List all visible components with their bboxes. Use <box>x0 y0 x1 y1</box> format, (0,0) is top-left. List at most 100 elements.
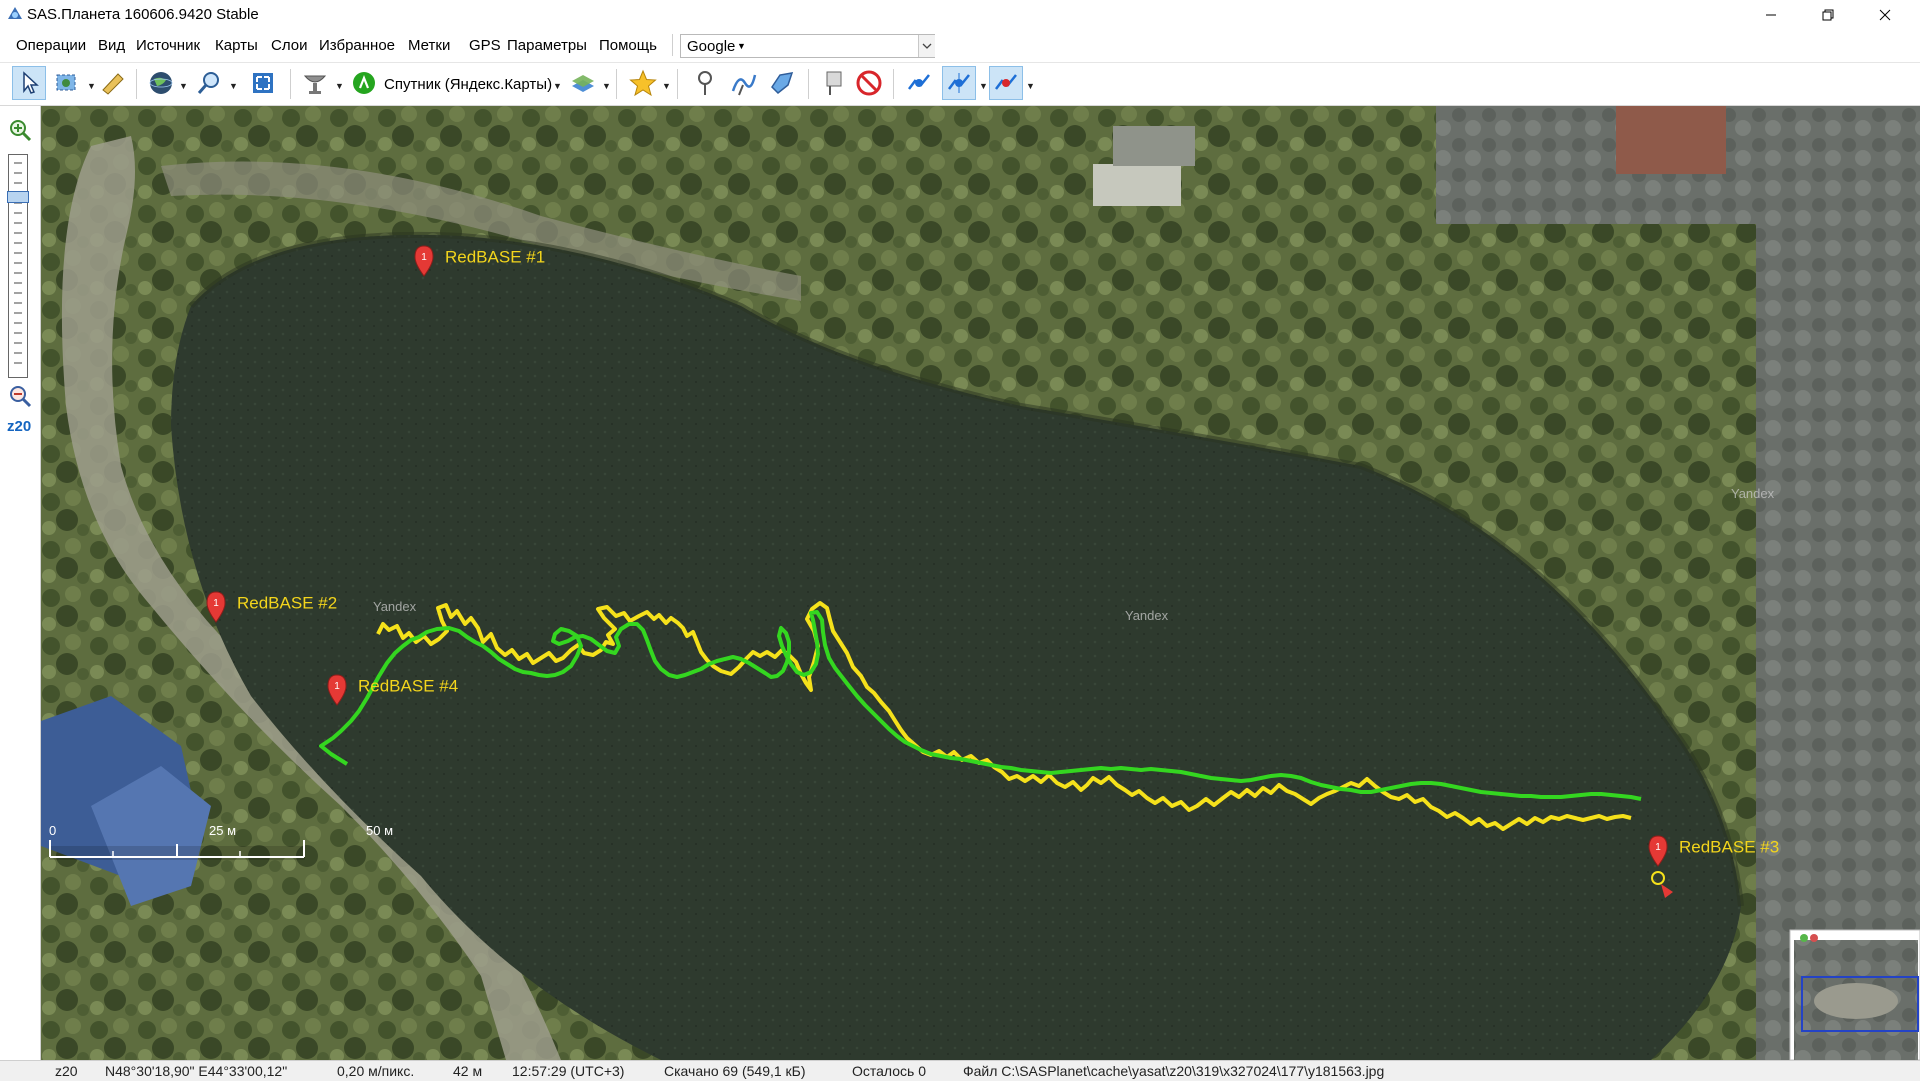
gps-follow-dropdown-icon[interactable]: ▼ <box>1026 81 1035 91</box>
gps-center-dropdown-icon[interactable]: ▼ <box>979 81 988 91</box>
sas-planet-icon <box>8 7 22 19</box>
pin-number: 1 <box>213 598 219 609</box>
select-area-button[interactable] <box>50 66 84 100</box>
gps-center-button[interactable] <box>942 66 976 100</box>
layers-dropdown-icon[interactable]: ▼ <box>602 81 611 91</box>
map-source-button[interactable] <box>347 66 381 100</box>
favorites-dropdown-icon[interactable]: ▼ <box>662 81 671 91</box>
globe-button[interactable] <box>144 66 178 100</box>
globe-dropdown-icon[interactable]: ▼ <box>179 81 188 91</box>
hide-marks-button[interactable] <box>852 66 886 100</box>
menu-marks[interactable]: Метки <box>408 37 450 54</box>
no-entry-icon <box>856 70 882 96</box>
mini-map[interactable] <box>1789 929 1920 1060</box>
menu-separator <box>672 34 673 56</box>
add-path-button[interactable] <box>726 66 760 100</box>
building-roof <box>1616 106 1726 174</box>
ruler-button[interactable] <box>96 66 130 100</box>
select-area-dropdown-icon[interactable]: ▼ <box>87 81 96 91</box>
mini-map-minus-icon[interactable] <box>1810 934 1818 942</box>
search-provider-select[interactable]: Google ▼ <box>680 34 935 58</box>
status-zoom: z20 <box>55 1063 78 1079</box>
layers-icon <box>572 75 594 92</box>
status-resolution: 0,20 м/пикс. <box>337 1063 415 1079</box>
search-dropdown-button[interactable] <box>918 35 935 57</box>
placemark-label: RedBASE #1 <box>445 248 545 267</box>
menu-bar: Операции Вид Источник Карты Слои Избранн… <box>0 29 1920 63</box>
map-source-dropdown-icon[interactable]: ▼ <box>553 81 562 91</box>
toolbar-separator <box>290 69 291 99</box>
minimize-button[interactable] <box>1742 0 1799 29</box>
map-source-label[interactable]: Спутник (Яндекс.Карты) <box>384 76 552 93</box>
add-placemark-button[interactable] <box>688 66 722 100</box>
select-area-icon <box>56 74 76 91</box>
add-polygon-button[interactable] <box>765 66 799 100</box>
menu-help[interactable]: Помощь <box>599 37 657 54</box>
menu-maps[interactable]: Карты <box>215 37 258 54</box>
status-downloaded: Скачано 69 (549,1 кБ) <box>664 1063 806 1079</box>
marks-visibility-button[interactable] <box>817 66 851 100</box>
zoom-in-button[interactable] <box>8 118 32 146</box>
restore-icon <box>1822 9 1833 20</box>
zoom-out-icon <box>10 386 32 408</box>
menu-source[interactable]: Источник <box>136 37 200 54</box>
cursor-arrow-icon <box>23 71 39 94</box>
fullscreen-icon <box>253 73 273 93</box>
building-white-roof <box>1093 164 1181 206</box>
zoom-button[interactable] <box>192 66 226 100</box>
building-gray-roof <box>1113 126 1195 166</box>
scale-label-0: 0 <box>49 823 56 838</box>
status-bar: z20 N48°30'18,90" E44°33'00,12" 0,20 м/п… <box>0 1060 1920 1081</box>
map-source-badge-icon <box>353 72 375 94</box>
satellite-dropdown-icon[interactable]: ▼ <box>335 81 344 91</box>
gps-center-icon <box>948 73 970 93</box>
placemark-label: RedBASE #3 <box>1679 838 1779 857</box>
layers-button[interactable] <box>566 66 600 100</box>
gps-follow-icon <box>995 74 1017 90</box>
menu-favorites[interactable]: Избранное <box>319 37 395 54</box>
satellite-map[interactable]: Yandex Yandex Yandex 1 RedBASE #1 1 RedB… <box>41 106 1920 1060</box>
zoom-scale-ticks <box>14 162 22 364</box>
polygon-tool-icon <box>771 72 794 95</box>
menu-gps[interactable]: GPS <box>469 37 501 54</box>
toolbar-separator <box>136 69 137 99</box>
pin-number: 1 <box>1655 842 1661 853</box>
fullscreen-button[interactable] <box>246 66 280 100</box>
provider-dropdown-icon: ▼ <box>737 41 746 51</box>
zoom-out-button[interactable] <box>8 384 32 412</box>
pin-number: 1 <box>421 252 427 263</box>
path-tool-icon <box>731 74 757 96</box>
status-time: 12:57:29 (UTC+3) <box>512 1063 625 1079</box>
satellite-button[interactable] <box>298 66 332 100</box>
menu-operations[interactable]: Операции <box>16 37 86 54</box>
status-remaining: Осталось 0 <box>852 1063 927 1079</box>
placemark-label: RedBASE #2 <box>237 594 337 613</box>
zoom-level-label: z20 <box>7 418 32 435</box>
gps-connect-button[interactable] <box>902 66 936 100</box>
menu-layers[interactable]: Слои <box>271 37 307 54</box>
toolbar-separator <box>893 69 894 99</box>
zoom-dropdown-icon[interactable]: ▼ <box>229 81 238 91</box>
close-icon <box>1879 9 1890 20</box>
menu-view[interactable]: Вид <box>98 37 125 54</box>
favorites-button[interactable] <box>626 66 660 100</box>
toolbar-separator <box>808 69 809 99</box>
zoom-slider[interactable] <box>7 154 29 378</box>
placemark-label: RedBASE #4 <box>358 677 458 696</box>
globe-icon <box>149 72 173 94</box>
placemark-pin-icon <box>698 71 712 95</box>
gps-follow-button[interactable] <box>989 66 1023 100</box>
map-view[interactable]: Yandex Yandex Yandex 1 RedBASE #1 1 RedB… <box>41 106 1920 1060</box>
yandex-watermark-center: Yandex <box>1125 608 1169 623</box>
satellite-dish-icon <box>303 75 327 94</box>
mini-map-plus-icon[interactable] <box>1800 934 1808 942</box>
restore-button[interactable] <box>1799 0 1856 29</box>
scale-label-50: 50 м <box>366 823 393 838</box>
zoom-slider-thumb[interactable] <box>7 191 29 203</box>
close-button[interactable] <box>1856 0 1913 29</box>
select-tool-button[interactable] <box>12 66 46 100</box>
menu-settings[interactable]: Параметры <box>507 37 587 54</box>
gps-track-icon <box>908 74 930 90</box>
status-file-path: Файл C:\SASPlanet\cache\yasat\z20\319\x3… <box>963 1063 1385 1079</box>
title-bar: SAS.Планета 160606.9420 Stable <box>0 0 1920 29</box>
